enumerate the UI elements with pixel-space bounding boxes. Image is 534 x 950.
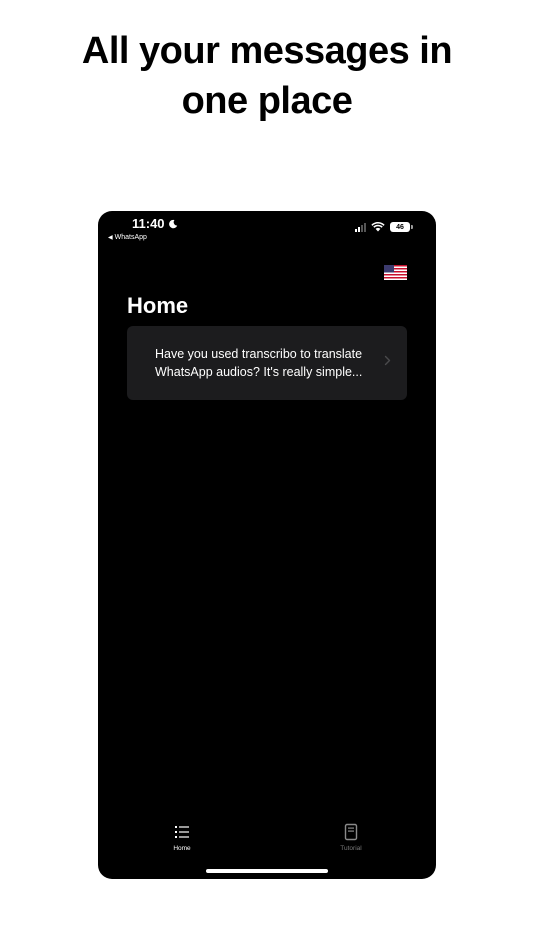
page-title: Home xyxy=(127,293,189,318)
headline-line-2: one place xyxy=(181,80,353,122)
wifi-icon xyxy=(371,222,385,232)
back-to-app-link[interactable]: ◀ WhatsApp xyxy=(108,234,147,241)
tab-tutorial-label: Tutorial xyxy=(340,845,362,852)
chevron-right-icon xyxy=(384,355,391,366)
us-flag-icon[interactable] xyxy=(384,265,407,280)
list-icon xyxy=(175,826,189,838)
home-indicator[interactable] xyxy=(206,869,328,873)
back-caret-icon: ◀ xyxy=(108,235,113,241)
cellular-signal-icon xyxy=(355,222,366,232)
message-card[interactable]: Have you used transcribo to translate Wh… xyxy=(127,326,407,400)
status-time-text: 11:40 xyxy=(132,216,165,231)
status-indicators: 46 xyxy=(355,222,413,232)
headline: All your messages in one place xyxy=(0,26,534,126)
moon-icon xyxy=(168,219,177,228)
tab-home[interactable]: Home xyxy=(152,823,212,852)
battery-icon: 46 xyxy=(390,222,413,232)
battery-level: 46 xyxy=(396,223,404,231)
tab-home-label: Home xyxy=(173,845,191,852)
book-icon xyxy=(344,823,358,841)
phone-screen: 11:40 ◀ WhatsApp 46 Home Have you used t… xyxy=(98,211,436,879)
tab-tutorial[interactable]: Tutorial xyxy=(321,823,381,852)
status-time: 11:40 xyxy=(132,216,178,231)
back-app-label: WhatsApp xyxy=(114,234,147,241)
headline-line-1: All your messages in xyxy=(81,30,453,72)
message-card-text: Have you used transcribo to translate Wh… xyxy=(155,347,363,379)
